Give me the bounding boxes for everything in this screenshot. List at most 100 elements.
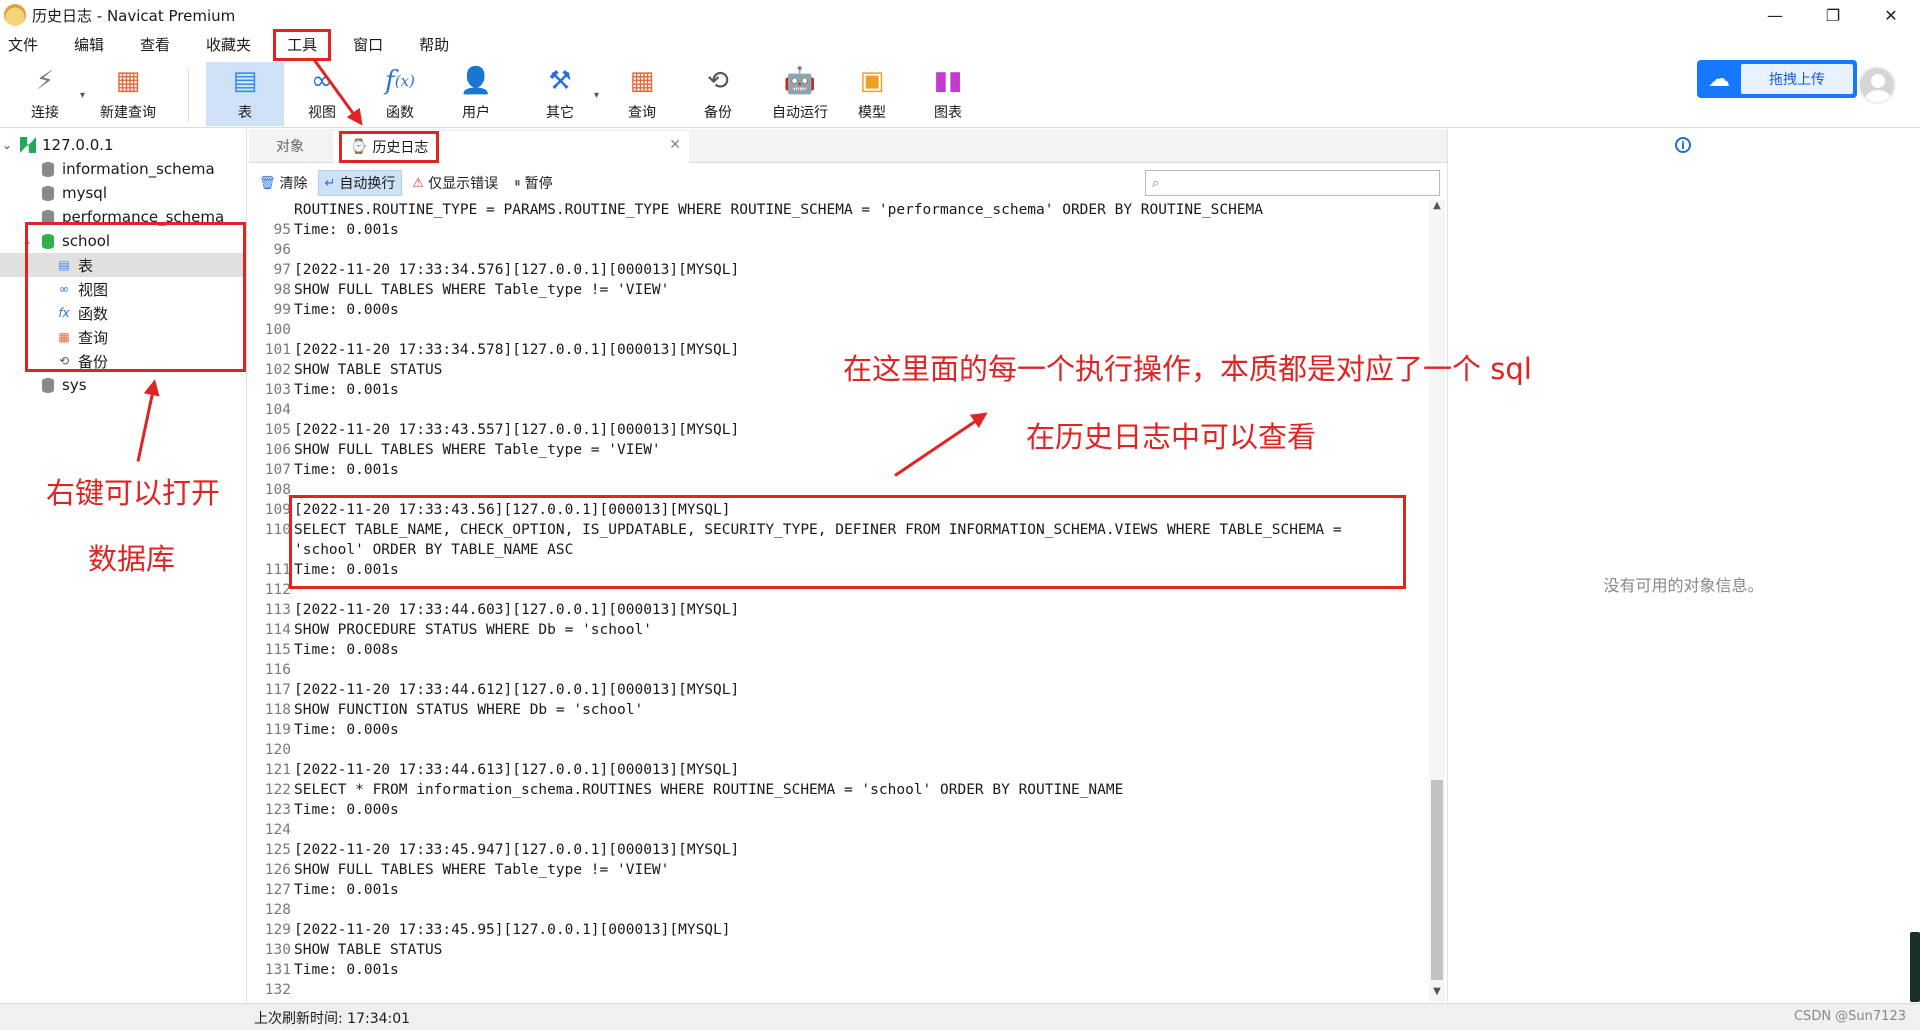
scroll-up-icon[interactable]: ▲ xyxy=(1429,200,1445,216)
line-number: 96 xyxy=(273,242,291,258)
log-text: ROUTINES.ROUTINE_TYPE = PARAMS.ROUTINE_T… xyxy=(294,202,1264,218)
line-number: 95 xyxy=(273,222,291,238)
drag-upload-button[interactable]: 拖拽上传 xyxy=(1741,64,1853,94)
line-number: 102 xyxy=(264,362,291,378)
chart-button[interactable]: ▮▮ 图表 xyxy=(912,62,984,126)
scrollbar-thumb[interactable] xyxy=(1431,780,1443,980)
line-number: 121 xyxy=(264,762,291,778)
log-line: 125 [2022-11-20 17:33:45.947][127.0.0.1][… xyxy=(249,840,1429,860)
query-button[interactable]: ▦ 查询 xyxy=(606,62,678,126)
line-number: 108 xyxy=(264,482,291,498)
scroll-down-icon[interactable]: ▼ xyxy=(1429,986,1445,1002)
log-line: 114 SHOW PROCEDURE STATUS WHERE Db = 'sch… xyxy=(249,620,1429,640)
connect-dropdown-icon[interactable]: ▾ xyxy=(80,90,85,101)
line-number: 117 xyxy=(264,682,291,698)
log-line: 100 xyxy=(249,320,1429,340)
tree-db-sys[interactable]: sys xyxy=(0,373,246,397)
log-line: 128 xyxy=(249,900,1429,920)
warning-icon: ⚠ xyxy=(412,175,425,191)
log-text: Time: 0.001s xyxy=(294,462,399,478)
restore-button[interactable]: ❐ xyxy=(1804,0,1862,30)
log-line: 113 [2022-11-20 17:33:44.603][127.0.0.1][… xyxy=(249,600,1429,620)
menu-view[interactable]: 查看 xyxy=(128,31,182,59)
tree-db-information-schema[interactable]: information_schema xyxy=(0,157,246,181)
minimize-button[interactable]: — xyxy=(1746,0,1804,30)
log-text: SHOW FULL TABLES WHERE Table_type != 'VI… xyxy=(294,862,670,878)
log-line: 129 [2022-11-20 17:33:45.95][127.0.0.1][0… xyxy=(249,920,1429,940)
tree-db-mysql[interactable]: mysql xyxy=(0,181,246,205)
tools-icon: ⚒ xyxy=(548,66,572,96)
log-search-box[interactable]: ⌕ xyxy=(1145,170,1440,196)
query-icon: ▦ xyxy=(629,66,655,96)
log-text: [2022-11-20 17:33:43.557][127.0.0.1][000… xyxy=(294,422,740,438)
line-number: 105 xyxy=(264,422,291,438)
auto-run-button[interactable]: 🤖 自动运行 xyxy=(758,62,842,126)
connect-button[interactable]: ⚡ 连接 xyxy=(12,62,78,126)
line-number: 113 xyxy=(264,602,291,618)
main-toolbar: ⚡ 连接 ▾ ▦ 新建查询 ▤ 表 ∞ 视图 f (x) 函数 👤 用户 ⚒ 其它… xyxy=(0,60,1920,128)
model-button[interactable]: ▣ 模型 xyxy=(836,62,908,126)
close-button[interactable]: ✕ xyxy=(1862,0,1920,30)
search-input[interactable] xyxy=(1163,172,1439,194)
connection-icon xyxy=(20,137,36,153)
tab-history-log[interactable]: ⌚ 历史日志 ✕ xyxy=(333,131,689,163)
navicat-logo-icon xyxy=(4,4,26,26)
line-number: 99 xyxy=(273,302,291,318)
menu-file[interactable]: 文件 xyxy=(0,31,50,59)
tree-connection[interactable]: ⌄ 127.0.0.1 xyxy=(0,133,246,157)
line-number: 127 xyxy=(264,882,291,898)
other-dropdown-icon[interactable]: ▾ xyxy=(594,90,599,101)
log-text: SHOW TABLE STATUS xyxy=(294,942,443,958)
log-line: 127 Time: 0.001s xyxy=(249,880,1429,900)
robot-icon: 🤖 xyxy=(783,66,817,96)
object-info-panel xyxy=(1447,129,1920,1005)
log-text: Time: 0.001s xyxy=(294,962,399,978)
line-number: 115 xyxy=(264,642,291,658)
pause-button[interactable]: ⏸ 暂停 xyxy=(508,170,559,196)
log-line: 115 Time: 0.008s xyxy=(249,640,1429,660)
line-number: 114 xyxy=(264,622,291,638)
avatar[interactable] xyxy=(1858,66,1896,104)
new-query-button[interactable]: ▦ 新建查询 xyxy=(92,62,164,126)
menu-favorites[interactable]: 收藏夹 xyxy=(194,31,263,59)
table-button[interactable]: ▤ 表 xyxy=(206,62,284,126)
log-text: [2022-11-20 17:33:44.613][127.0.0.1][000… xyxy=(294,762,740,778)
log-line: 124 xyxy=(249,820,1429,840)
menu-help[interactable]: 帮助 xyxy=(407,31,461,59)
chevron-down-icon[interactable]: ⌄ xyxy=(0,138,14,152)
close-icon[interactable]: ✕ xyxy=(669,137,681,153)
log-text: Time: 0.000s xyxy=(294,722,399,738)
line-number: 123 xyxy=(264,802,291,818)
line-number: 112 xyxy=(264,582,291,598)
last-refresh-time: 上次刷新时间: 17:34:01 xyxy=(254,1011,411,1027)
user-button[interactable]: 👤 用户 xyxy=(440,62,512,126)
log-text: SHOW TABLE STATUS xyxy=(294,362,443,378)
baidu-upload-widget[interactable]: ☁ 拖拽上传 xyxy=(1697,60,1857,98)
log-text: Time: 0.001s xyxy=(294,222,399,238)
line-number: 125 xyxy=(264,842,291,858)
history-log-editor[interactable]: ROUTINES.ROUTINE_TYPE = PARAMS.ROUTINE_T… xyxy=(249,200,1429,1002)
menu-window[interactable]: 窗口 xyxy=(341,31,395,59)
info-icon[interactable]: i xyxy=(1675,137,1691,153)
log-line: 126 SHOW FULL TABLES WHERE Table_type != … xyxy=(249,860,1429,880)
tab-objects[interactable]: 对象 xyxy=(249,129,331,163)
new-query-icon: ▦ xyxy=(115,66,141,96)
menu-edit[interactable]: 编辑 xyxy=(62,31,116,59)
annotation-main-note: 在这里面的每一个执行操作，本质都是对应了一个 sql xyxy=(843,352,1532,386)
menu-tools[interactable]: 工具 xyxy=(273,29,332,61)
history-icon: ⌚ xyxy=(350,139,368,155)
errors-only-toggle[interactable]: ⚠ 仅显示错误 xyxy=(406,170,504,196)
log-line: 120 xyxy=(249,740,1429,760)
annotation-box-sql xyxy=(289,495,1406,589)
log-text: [2022-11-20 17:33:45.95][127.0.0.1][0000… xyxy=(294,922,731,938)
word-wrap-toggle[interactable]: ↵ 自动换行 xyxy=(317,170,403,196)
line-number: 103 xyxy=(264,382,291,398)
clear-button[interactable]: 🗑 清除 xyxy=(253,170,314,196)
line-number: 128 xyxy=(264,902,291,918)
title-bar: 历史日志 - Navicat Premium — ❐ ✕ xyxy=(0,0,1920,30)
editor-scrollbar[interactable]: ▲ ▼ xyxy=(1429,200,1445,1002)
other-button[interactable]: ⚒ 其它 xyxy=(524,62,596,126)
annotation-left-note-2: 数据库 xyxy=(88,542,176,576)
backup-button[interactable]: ⟲ 备份 xyxy=(682,62,754,126)
function-button[interactable]: f (x) 函数 xyxy=(364,62,436,126)
